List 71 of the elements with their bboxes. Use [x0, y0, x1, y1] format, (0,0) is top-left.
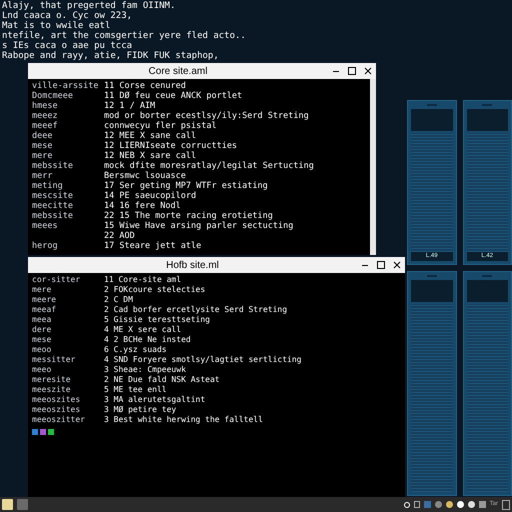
file-name: meere — [32, 295, 58, 305]
file-line: 14 16 fere Nodl — [104, 201, 181, 211]
file-line: 4 ME X sere call — [104, 325, 182, 335]
file-name: mere — [32, 285, 52, 295]
file-line: 17 Steare jett atle — [104, 241, 202, 251]
terminal-line: Mat is to wwile eatl — [2, 21, 112, 31]
file-line: 6 C.ysz suads — [104, 345, 167, 355]
terminal-line: ntefile, art the comsgertier yere fled acto.. — [2, 31, 247, 41]
file-line: 5 ME tee enll — [104, 385, 167, 395]
file-name: meeszite — [32, 385, 72, 395]
file-name: meting — [32, 181, 64, 191]
file-line: 17 Ser geting MP7 WTFr estiating — [104, 181, 268, 191]
file-line: 2 NE Due fald NSK Asteat — [104, 375, 220, 385]
terminal-line: s IEs caca o aae pu tcca — [2, 41, 134, 51]
file-name: hmese — [32, 101, 59, 111]
file-name: meeez — [32, 111, 59, 121]
file-name: mescsite — [32, 191, 74, 201]
file-line: Bersmwc lsouasce — [104, 171, 186, 181]
file-name: meees — [32, 221, 59, 231]
file-line: 14 PE saeucopilord — [104, 191, 196, 201]
file-line: 22 AOD — [104, 231, 135, 241]
file-line: 12 MEE X sane call — [104, 131, 196, 141]
file-name: meresite — [32, 375, 72, 385]
file-name: mebssite — [32, 211, 74, 221]
file-name: meeaf — [32, 305, 58, 315]
file-line: connwecyu fler psistal — [104, 121, 217, 131]
file-line: 11 Corse cenured — [104, 81, 186, 91]
file-name: Domcmeee — [32, 91, 74, 101]
file-name: meeef — [32, 121, 59, 131]
file-name: dere — [32, 325, 52, 335]
file-name: meoo — [32, 345, 52, 355]
file-line: 4 SND Foryere smotlsy/lagtiet sertlicting — [104, 355, 302, 365]
file-name: meeoszites — [32, 395, 82, 405]
file-name: merr — [32, 171, 54, 181]
file-line: 11 Core-site aml — [104, 275, 182, 285]
file-name: deee — [32, 131, 54, 141]
file-name: meeoszitter — [32, 415, 86, 425]
file-name: meeo — [32, 365, 52, 375]
file-line: 22 15 The morte racing erotieting — [104, 211, 273, 221]
file-name: mebssite — [32, 161, 74, 171]
file-line: mock dfite moresratlay/legilat Sertucting — [104, 161, 314, 171]
file-name: cor-sitter — [32, 275, 82, 285]
file-name: herog — [32, 241, 59, 251]
file-line: 3 Best white herwing the falltell — [104, 415, 263, 425]
file-name: meeoszites — [32, 405, 82, 415]
file-name: meecitte — [32, 201, 74, 211]
file-line: 2 C DM — [104, 295, 133, 305]
terminal-line: Rabope and rayy, atie, FIDK FUK staphop, — [2, 51, 220, 61]
file-name: mere — [32, 151, 54, 161]
file-line: 12 1 / AIM — [104, 101, 156, 111]
file-line: 3 Sheae: Cmpeeuwk — [104, 365, 186, 375]
terminal-line: Lnd caaca o. Cyc ow 223, — [2, 11, 134, 21]
file-line: 3 MA alerutetsgaltint — [104, 395, 206, 405]
file-line: 12 NEB X sare call — [104, 151, 196, 161]
file-line: 2 FOKcoure stelecties — [104, 285, 206, 295]
window-title: Core site.aml — [148, 64, 208, 78]
file-name: meea — [32, 315, 52, 325]
file-line: 3 MØ petire tey — [104, 405, 176, 415]
file-line: 12 LIERNIseate corructties — [104, 141, 238, 151]
file-name: ville-arssite — [32, 81, 100, 91]
file-line: 2 Cad borfer ercetlysite Serd Streting — [104, 305, 288, 315]
file-line: 4 2 BCHe Ne insted — [104, 335, 191, 345]
file-name: mese — [32, 141, 54, 151]
file-line: 5 Gissie teresttseting — [104, 315, 210, 325]
file-line: 15 Wiwe Have arsing parler sectucting — [104, 221, 294, 231]
file-name: mese — [32, 335, 52, 345]
terminal-line: Alajy, that pregerted fam OIINM. — [2, 1, 176, 11]
file-line: 11 DØ feu ceue ANCK portlet — [104, 91, 242, 101]
file-line: mod or borter ecestlsy/ily:Serd Streting — [104, 111, 309, 121]
window-title: Hofb site.ml — [165, 258, 220, 272]
file-name: messitter — [32, 355, 76, 365]
